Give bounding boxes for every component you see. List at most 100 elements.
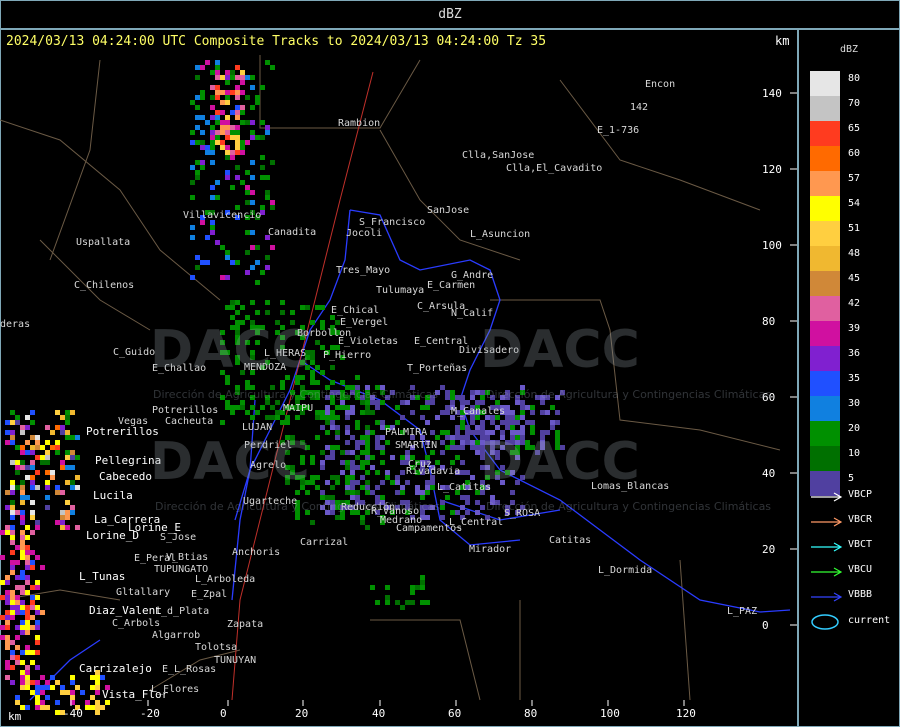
track-legend-row: VBCT bbox=[810, 539, 900, 553]
echo-cell bbox=[400, 455, 405, 460]
echo-cell bbox=[260, 165, 265, 170]
echo-cell bbox=[10, 615, 15, 620]
echo-cell bbox=[225, 175, 230, 180]
echo-cell bbox=[35, 585, 40, 590]
echo-cell bbox=[340, 380, 345, 385]
echo-cell bbox=[35, 665, 40, 670]
echo-cell bbox=[10, 535, 15, 540]
echo-cell bbox=[20, 630, 25, 635]
echo-cell bbox=[65, 500, 70, 505]
echo-cell bbox=[335, 415, 340, 420]
echo-cell bbox=[20, 670, 25, 675]
echo-cell bbox=[15, 595, 20, 600]
echo-cell bbox=[40, 610, 45, 615]
echo-cell bbox=[225, 255, 230, 260]
echo-cell bbox=[465, 430, 470, 435]
arrow-icon bbox=[811, 567, 843, 577]
echo-cell bbox=[10, 530, 15, 535]
place-label: SMARTIN bbox=[395, 440, 437, 451]
echo-cell bbox=[295, 380, 300, 385]
legend-value: 45 bbox=[848, 273, 861, 284]
echo-cell bbox=[245, 140, 250, 145]
echo-cell bbox=[250, 85, 255, 90]
echo-cell bbox=[0, 555, 5, 560]
echo-cell bbox=[310, 375, 315, 380]
echo-cell bbox=[245, 230, 250, 235]
echo-cell bbox=[0, 615, 5, 620]
echo-cell bbox=[330, 410, 335, 415]
echo-cell bbox=[300, 305, 305, 310]
echo-cell bbox=[35, 620, 40, 625]
echo-cell bbox=[25, 645, 30, 650]
echo-cell bbox=[350, 475, 355, 480]
echo-cell bbox=[230, 410, 235, 415]
echo-cell bbox=[20, 540, 25, 545]
echo-cell bbox=[240, 110, 245, 115]
echo-cell bbox=[460, 470, 465, 475]
echo-cell bbox=[250, 245, 255, 250]
echo-cell bbox=[20, 620, 25, 625]
echo-cell bbox=[5, 640, 10, 645]
echo-cell bbox=[320, 425, 325, 430]
echo-cell bbox=[255, 95, 260, 100]
echo-cell bbox=[70, 480, 75, 485]
echo-cell bbox=[550, 405, 555, 410]
echo-cell bbox=[30, 660, 35, 665]
echo-cell bbox=[365, 440, 370, 445]
echo-cell bbox=[465, 440, 470, 445]
echo-cell bbox=[480, 425, 485, 430]
echo-cell bbox=[450, 460, 455, 465]
echo-cell bbox=[385, 585, 390, 590]
echo-cell bbox=[70, 680, 75, 685]
echo-cell bbox=[250, 130, 255, 135]
echo-cell bbox=[385, 475, 390, 480]
echo-cell bbox=[400, 490, 405, 495]
echo-cell bbox=[320, 370, 325, 375]
echo-cell bbox=[310, 380, 315, 385]
echo-cell bbox=[280, 420, 285, 425]
echo-cell bbox=[255, 280, 260, 285]
echo-cell bbox=[445, 410, 450, 415]
echo-cell bbox=[350, 460, 355, 465]
echo-cell bbox=[10, 550, 15, 555]
echo-cell bbox=[235, 140, 240, 145]
echo-cell bbox=[20, 500, 25, 505]
echo-cell bbox=[355, 455, 360, 460]
echo-cell bbox=[225, 380, 230, 385]
echo-cell bbox=[90, 695, 95, 700]
echo-cell bbox=[345, 430, 350, 435]
echo-cell bbox=[350, 435, 355, 440]
echo-cell bbox=[5, 625, 10, 630]
echo-cell bbox=[310, 320, 315, 325]
place-label: L_PAZ bbox=[727, 606, 757, 617]
y-tick-label: 120 bbox=[762, 163, 782, 176]
echo-cell bbox=[35, 470, 40, 475]
place-label: 142 bbox=[630, 102, 648, 113]
echo-cell bbox=[225, 135, 230, 140]
echo-cell bbox=[75, 455, 80, 460]
echo-cell bbox=[30, 690, 35, 695]
echo-cell bbox=[210, 70, 215, 75]
echo-cell bbox=[245, 200, 250, 205]
echo-cell bbox=[25, 560, 30, 565]
echo-cell bbox=[225, 70, 230, 75]
echo-cell bbox=[265, 255, 270, 260]
echo-cell bbox=[195, 255, 200, 260]
echo-cell bbox=[265, 175, 270, 180]
echo-cell bbox=[30, 560, 35, 565]
echo-cell bbox=[310, 350, 315, 355]
echo-cell bbox=[330, 475, 335, 480]
echo-cell bbox=[35, 640, 40, 645]
place-label-highlight: Potrerillos bbox=[86, 425, 159, 438]
legend-swatch bbox=[810, 321, 840, 346]
place-label: E_Chical bbox=[331, 305, 379, 316]
echo-cell bbox=[55, 520, 60, 525]
legend-swatch bbox=[810, 196, 840, 221]
echo-cell bbox=[360, 515, 365, 520]
radar-map[interactable]: Encon 142 E_1-736 Rambion Clla,SanJose Clla,E… bbox=[0, 0, 798, 727]
watermark-logo: DACC bbox=[480, 320, 640, 380]
echo-cell bbox=[200, 260, 205, 265]
echo-cell bbox=[270, 245, 275, 250]
echo-cell bbox=[220, 100, 225, 105]
echo-cell bbox=[340, 460, 345, 465]
